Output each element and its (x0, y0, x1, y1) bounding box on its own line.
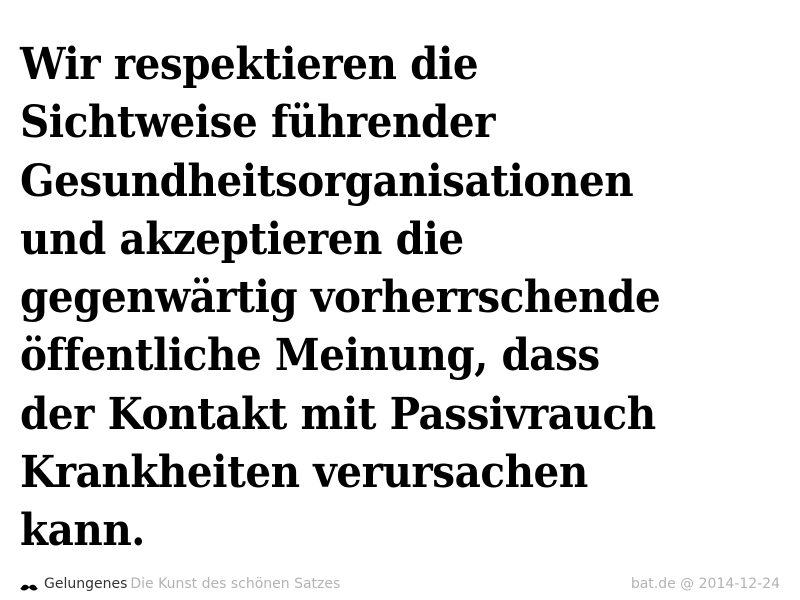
quote-line: gegenwärtig vorherrschende (20, 272, 661, 324)
footer: Gelungenes Die Kunst des schönen Satzes … (20, 574, 780, 594)
quote-line: Sichtweise führender (20, 97, 495, 149)
mustache-icon (20, 579, 38, 591)
quote-line: und akzeptieren die (20, 213, 464, 265)
attribution: bat.de @ 2014-12-24 (630, 576, 780, 592)
quote-line: der Kontakt mit Passivrauch (20, 388, 656, 440)
quote: Wir respektieren die Sichtweise führende… (20, 36, 790, 561)
tagline: Die Kunst des schönen Satzes (130, 576, 341, 592)
quote-line: kann. (20, 505, 145, 557)
brand-name: Gelungenes (44, 576, 128, 592)
quote-line: Krankheiten verursachen (20, 447, 588, 499)
quote-line: Gesundheitsorganisationen (20, 155, 634, 207)
quote-line: Wir respektieren die (20, 39, 479, 90)
footer-brand: Gelungenes Die Kunst des schönen Satzes (20, 574, 340, 594)
quote-line: öffentliche Meinung, dass (20, 330, 600, 382)
